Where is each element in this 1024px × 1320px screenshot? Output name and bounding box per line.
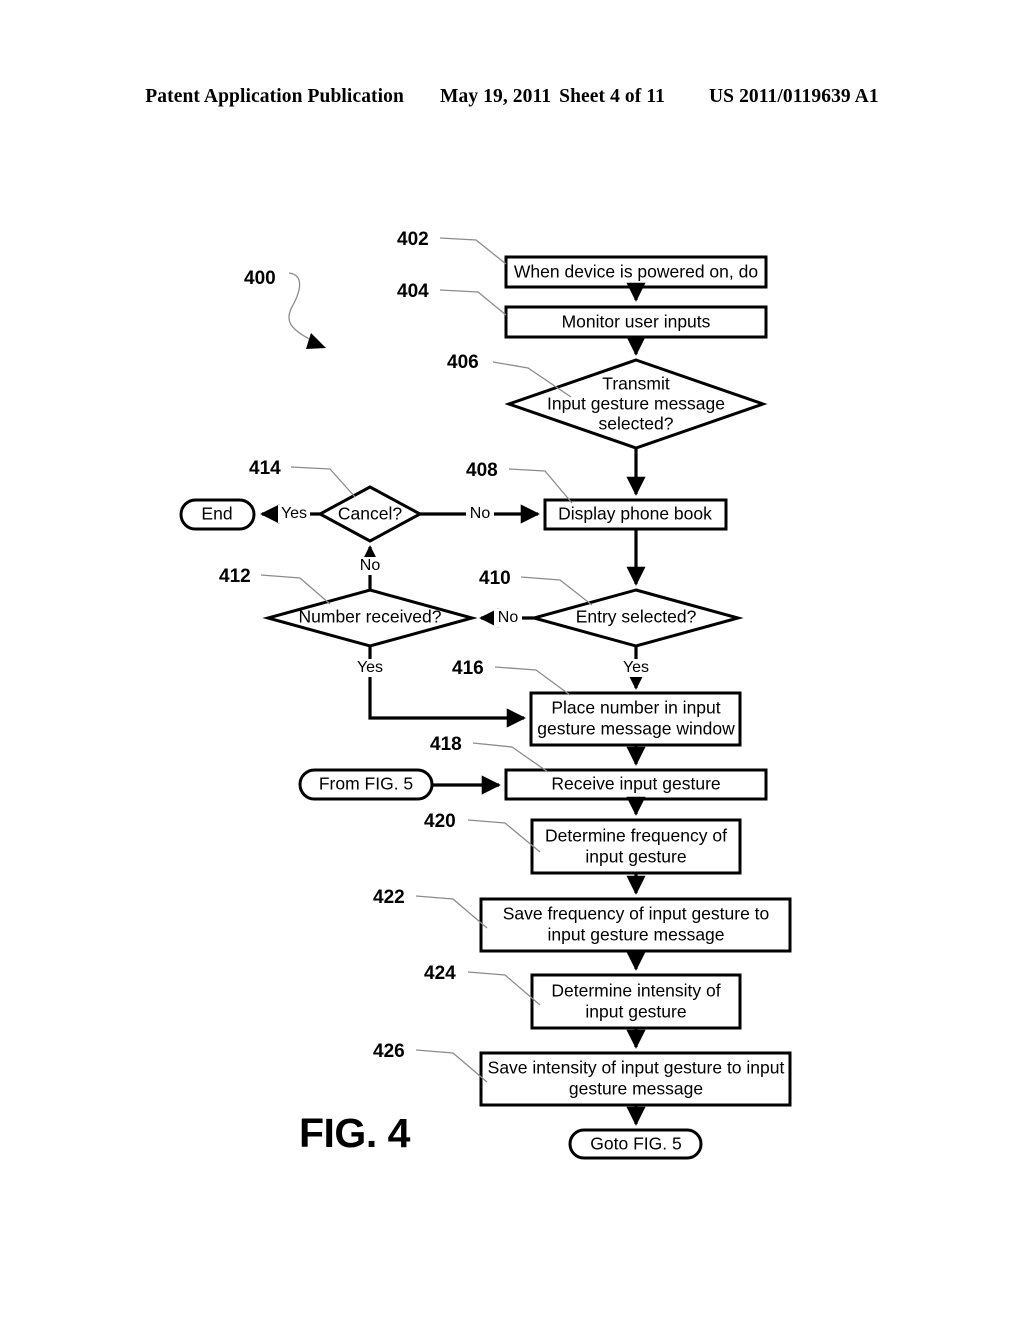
leader-line-402	[439, 237, 507, 265]
node-406-label-line2: Input gesture message	[547, 394, 725, 414]
leader-line-412	[260, 574, 331, 605]
ref-label-418: 418	[430, 734, 462, 755]
edge-label-cancel-no: No	[470, 505, 491, 522]
node-410-label: Entry selected?	[576, 607, 697, 627]
ref-label-400: 400	[244, 268, 276, 289]
ref-label-404: 404	[397, 281, 429, 302]
leader-line-414	[290, 466, 356, 498]
leader-line-408	[508, 468, 573, 504]
leader-line-404	[439, 289, 507, 316]
flowchart-figure-400: 400 When device is powered on, do 402 Mo…	[179, 229, 792, 1160]
node-426-label-line1: Save intensity of input gesture to input	[488, 1058, 785, 1078]
node-412-label: Number received?	[299, 607, 442, 627]
leader-line-410	[520, 576, 593, 606]
leader-line-420	[467, 819, 541, 853]
node-422-label-line2: input gesture message	[547, 925, 724, 945]
ref-label-402: 402	[397, 229, 429, 250]
node-424-label-line2: input gesture	[585, 1002, 686, 1022]
terminator-goto-fig5-label: Goto FIG. 5	[590, 1134, 681, 1154]
connector-412-416	[368, 646, 526, 728]
ref-label-408: 408	[466, 460, 498, 481]
terminator-end-label: End	[201, 504, 232, 524]
node-402-label: When device is powered on, do	[514, 262, 758, 282]
ref-label-422: 422	[373, 887, 405, 908]
ref-label-410: 410	[479, 568, 511, 589]
ref-label-406: 406	[447, 352, 479, 373]
leader-line-426	[415, 1049, 488, 1083]
edge-label-number-received-no: No	[360, 557, 381, 574]
node-414-label: Cancel?	[338, 504, 402, 524]
ref-label-412: 412	[219, 566, 251, 587]
node-406-label-line3: selected?	[599, 414, 674, 434]
leader-line-416	[494, 666, 571, 696]
edge-label-entry-selected-no: No	[498, 609, 519, 626]
node-426-label-line2: gesture message	[569, 1079, 703, 1099]
node-420-label-line2: input gesture	[585, 847, 686, 867]
edge-label-number-received-yes: Yes	[357, 659, 383, 676]
leader-line-422	[415, 895, 488, 929]
ref-label-420: 420	[424, 811, 456, 832]
ref-label-414: 414	[249, 458, 281, 479]
edge-label-cancel-yes: Yes	[281, 505, 307, 522]
ref-label-424: 424	[424, 963, 456, 984]
leader-line-418	[472, 742, 549, 773]
node-408-label: Display phone book	[558, 504, 712, 524]
node-418-label: Receive input gesture	[551, 774, 720, 794]
node-406-label-line1: Transmit	[602, 374, 670, 394]
node-416-label-line1: Place number in input	[551, 698, 720, 718]
ref-label-416: 416	[452, 658, 484, 679]
node-420-label-line1: Determine frequency of	[545, 826, 727, 846]
leader-line-400	[288, 272, 314, 342]
node-424-label-line1: Determine intensity of	[551, 981, 720, 1001]
leader-line-424	[467, 971, 541, 1006]
node-404-label: Monitor user inputs	[562, 312, 711, 332]
leader-arrowhead-400	[306, 333, 326, 349]
terminator-from-fig5-label: From FIG. 5	[319, 774, 413, 794]
ref-label-426: 426	[373, 1041, 405, 1062]
node-422-label-line1: Save frequency of input gesture to	[503, 904, 770, 924]
node-416-label-line2: gesture message window	[537, 719, 735, 739]
edge-label-entry-selected-yes: Yes	[623, 659, 649, 676]
